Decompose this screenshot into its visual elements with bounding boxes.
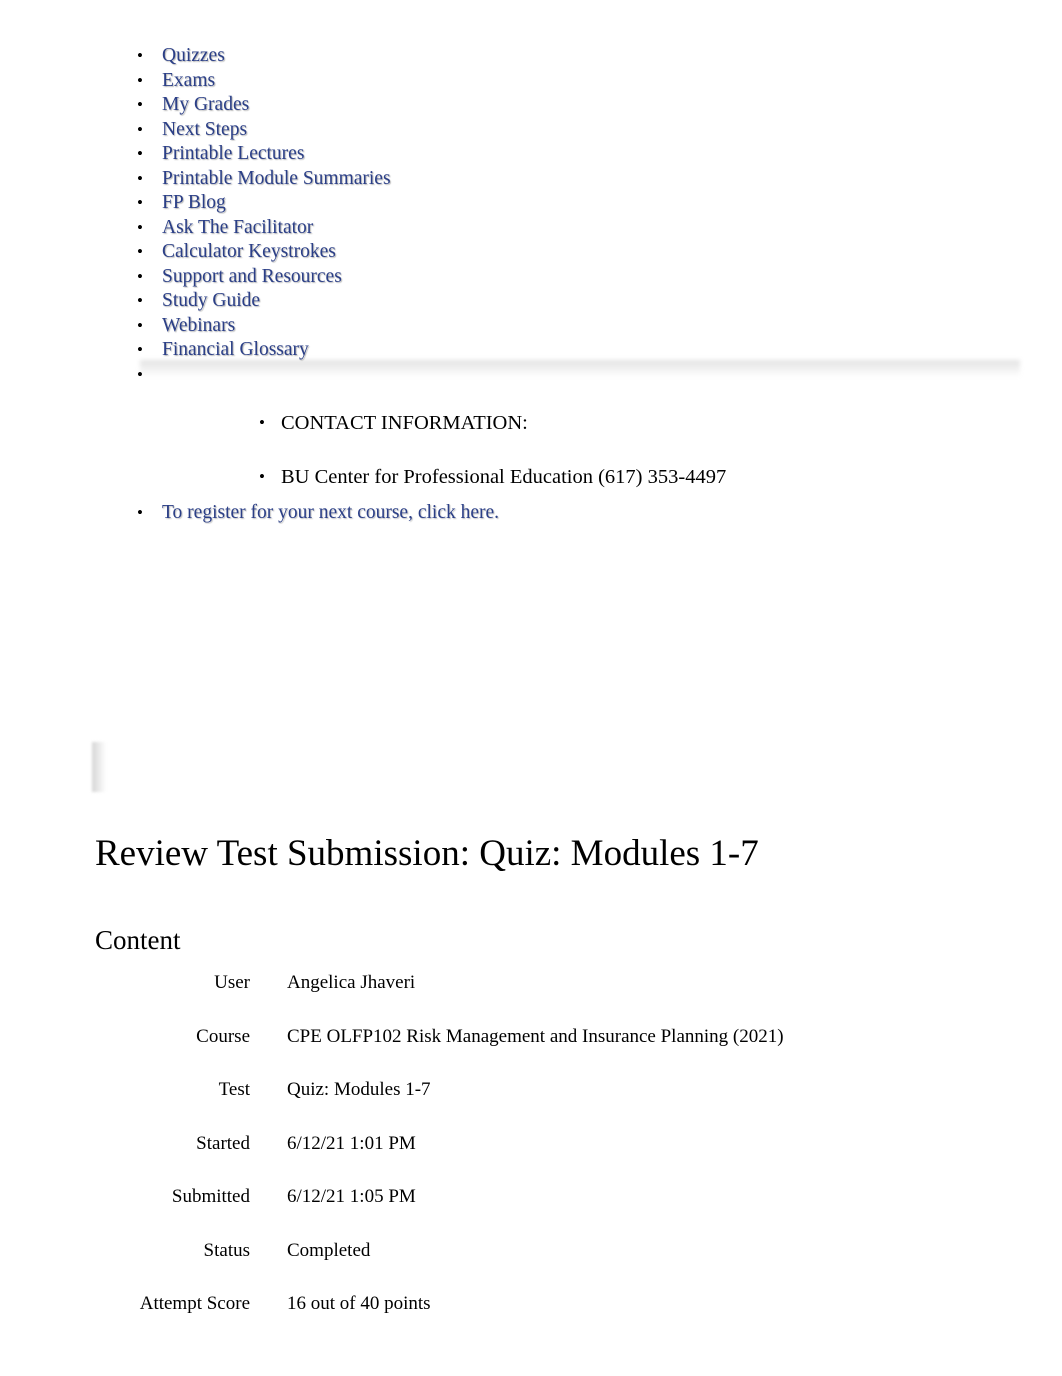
submission-details-table: User Angelica Jhaveri Course CPE OLFP102… [95,972,955,1347]
table-row: Started 6/12/21 1:01 PM [95,1133,955,1187]
field-label-attempt-score: Attempt Score [139,1293,250,1314]
menu-link-my-grades[interactable]: My Grades [162,94,249,115]
table-row: Status Completed [95,1240,955,1294]
field-label-started: Started [196,1132,250,1154]
menu-item-fp-blog[interactable]: FP Blog [120,191,1000,216]
register-link[interactable]: To register for your next course, click … [162,502,499,523]
menu-link-financial-glossary[interactable]: Financial Glossary [162,339,309,360]
field-value-test: Quiz: Modules 1-7 [287,1079,431,1100]
list-shadow-divider [140,360,1020,380]
menu-link-printable-lectures[interactable]: Printable Lectures [162,143,304,164]
field-label-test: Test [218,1079,250,1100]
register-list-item[interactable]: To register for your next course, click … [120,500,499,525]
field-label-course: Course [196,1025,250,1047]
table-row: Submitted 6/12/21 1:05 PM [95,1186,955,1240]
menu-link-study-guide[interactable]: Study Guide [162,290,260,311]
table-row: Course CPE OLFP102 Risk Management and I… [95,1026,955,1080]
menu-link-next-steps[interactable]: Next Steps [162,119,247,140]
section-heading-content: Content [95,925,181,955]
field-value-submitted: 6/12/21 1:05 PM [287,1186,416,1207]
menu-item-study-guide[interactable]: Study Guide [120,289,1000,314]
menu-link-fp-blog[interactable]: FP Blog [162,192,226,213]
field-value-started: 6/12/21 1:01 PM [287,1132,416,1154]
menu-link-exams[interactable]: Exams [162,70,215,91]
menu-link-quizzes[interactable]: Quizzes [162,45,225,66]
field-label-submitted: Submitted [171,1186,250,1207]
menu-link-ask-the-facilitator[interactable]: Ask The Facilitator [162,217,313,238]
field-label-user: User [214,972,250,993]
field-value-attempt-score: 16 out of 40 points [287,1293,431,1314]
table-row: Attempt Score 16 out of 40 points [95,1293,955,1347]
text-cursor-artifact [92,742,106,792]
menu-item-quizzes[interactable]: Quizzes [120,44,1000,69]
menu-item-financial-glossary[interactable]: Financial Glossary [120,338,1000,363]
menu-item-webinars[interactable]: Webinars [120,314,1000,339]
field-label-status: Status [203,1239,250,1261]
menu-item-calculator-keystrokes[interactable]: Calculator Keystrokes [120,240,1000,265]
field-value-user: Angelica Jhaveri [287,972,416,993]
field-value-course: CPE OLFP102 Risk Management and Insuranc… [287,1025,784,1047]
contact-heading: CONTACT INFORMATION: [245,409,1005,437]
contact-detail: BU Center for Professional Education (61… [245,463,1005,491]
menu-link-webinars[interactable]: Webinars [162,315,235,336]
table-row: User Angelica Jhaveri [95,972,955,1026]
menu-item-next-steps[interactable]: Next Steps [120,118,1000,143]
menu-link-calculator-keystrokes[interactable]: Calculator Keystrokes [162,241,336,262]
menu-item-printable-module-summaries[interactable]: Printable Module Summaries [120,167,1000,192]
field-value-status: Completed [287,1239,371,1261]
menu-item-ask-the-facilitator[interactable]: Ask The Facilitator [120,216,1000,241]
menu-item-printable-lectures[interactable]: Printable Lectures [120,142,1000,167]
document-page: Quizzes Exams My Grades Next Steps Print… [0,0,1062,1376]
menu-item-support-and-resources[interactable]: Support and Resources [120,265,1000,290]
course-menu-list: Quizzes Exams My Grades Next Steps Print… [120,44,1000,387]
table-row: Test Quiz: Modules 1-7 [95,1079,955,1133]
menu-link-printable-module-summaries[interactable]: Printable Module Summaries [162,168,391,189]
menu-link-support-and-resources[interactable]: Support and Resources [162,266,342,287]
menu-item-exams[interactable]: Exams [120,69,1000,94]
menu-item-my-grades[interactable]: My Grades [120,93,1000,118]
page-title: Review Test Submission: Quiz: Modules 1-… [95,833,759,874]
